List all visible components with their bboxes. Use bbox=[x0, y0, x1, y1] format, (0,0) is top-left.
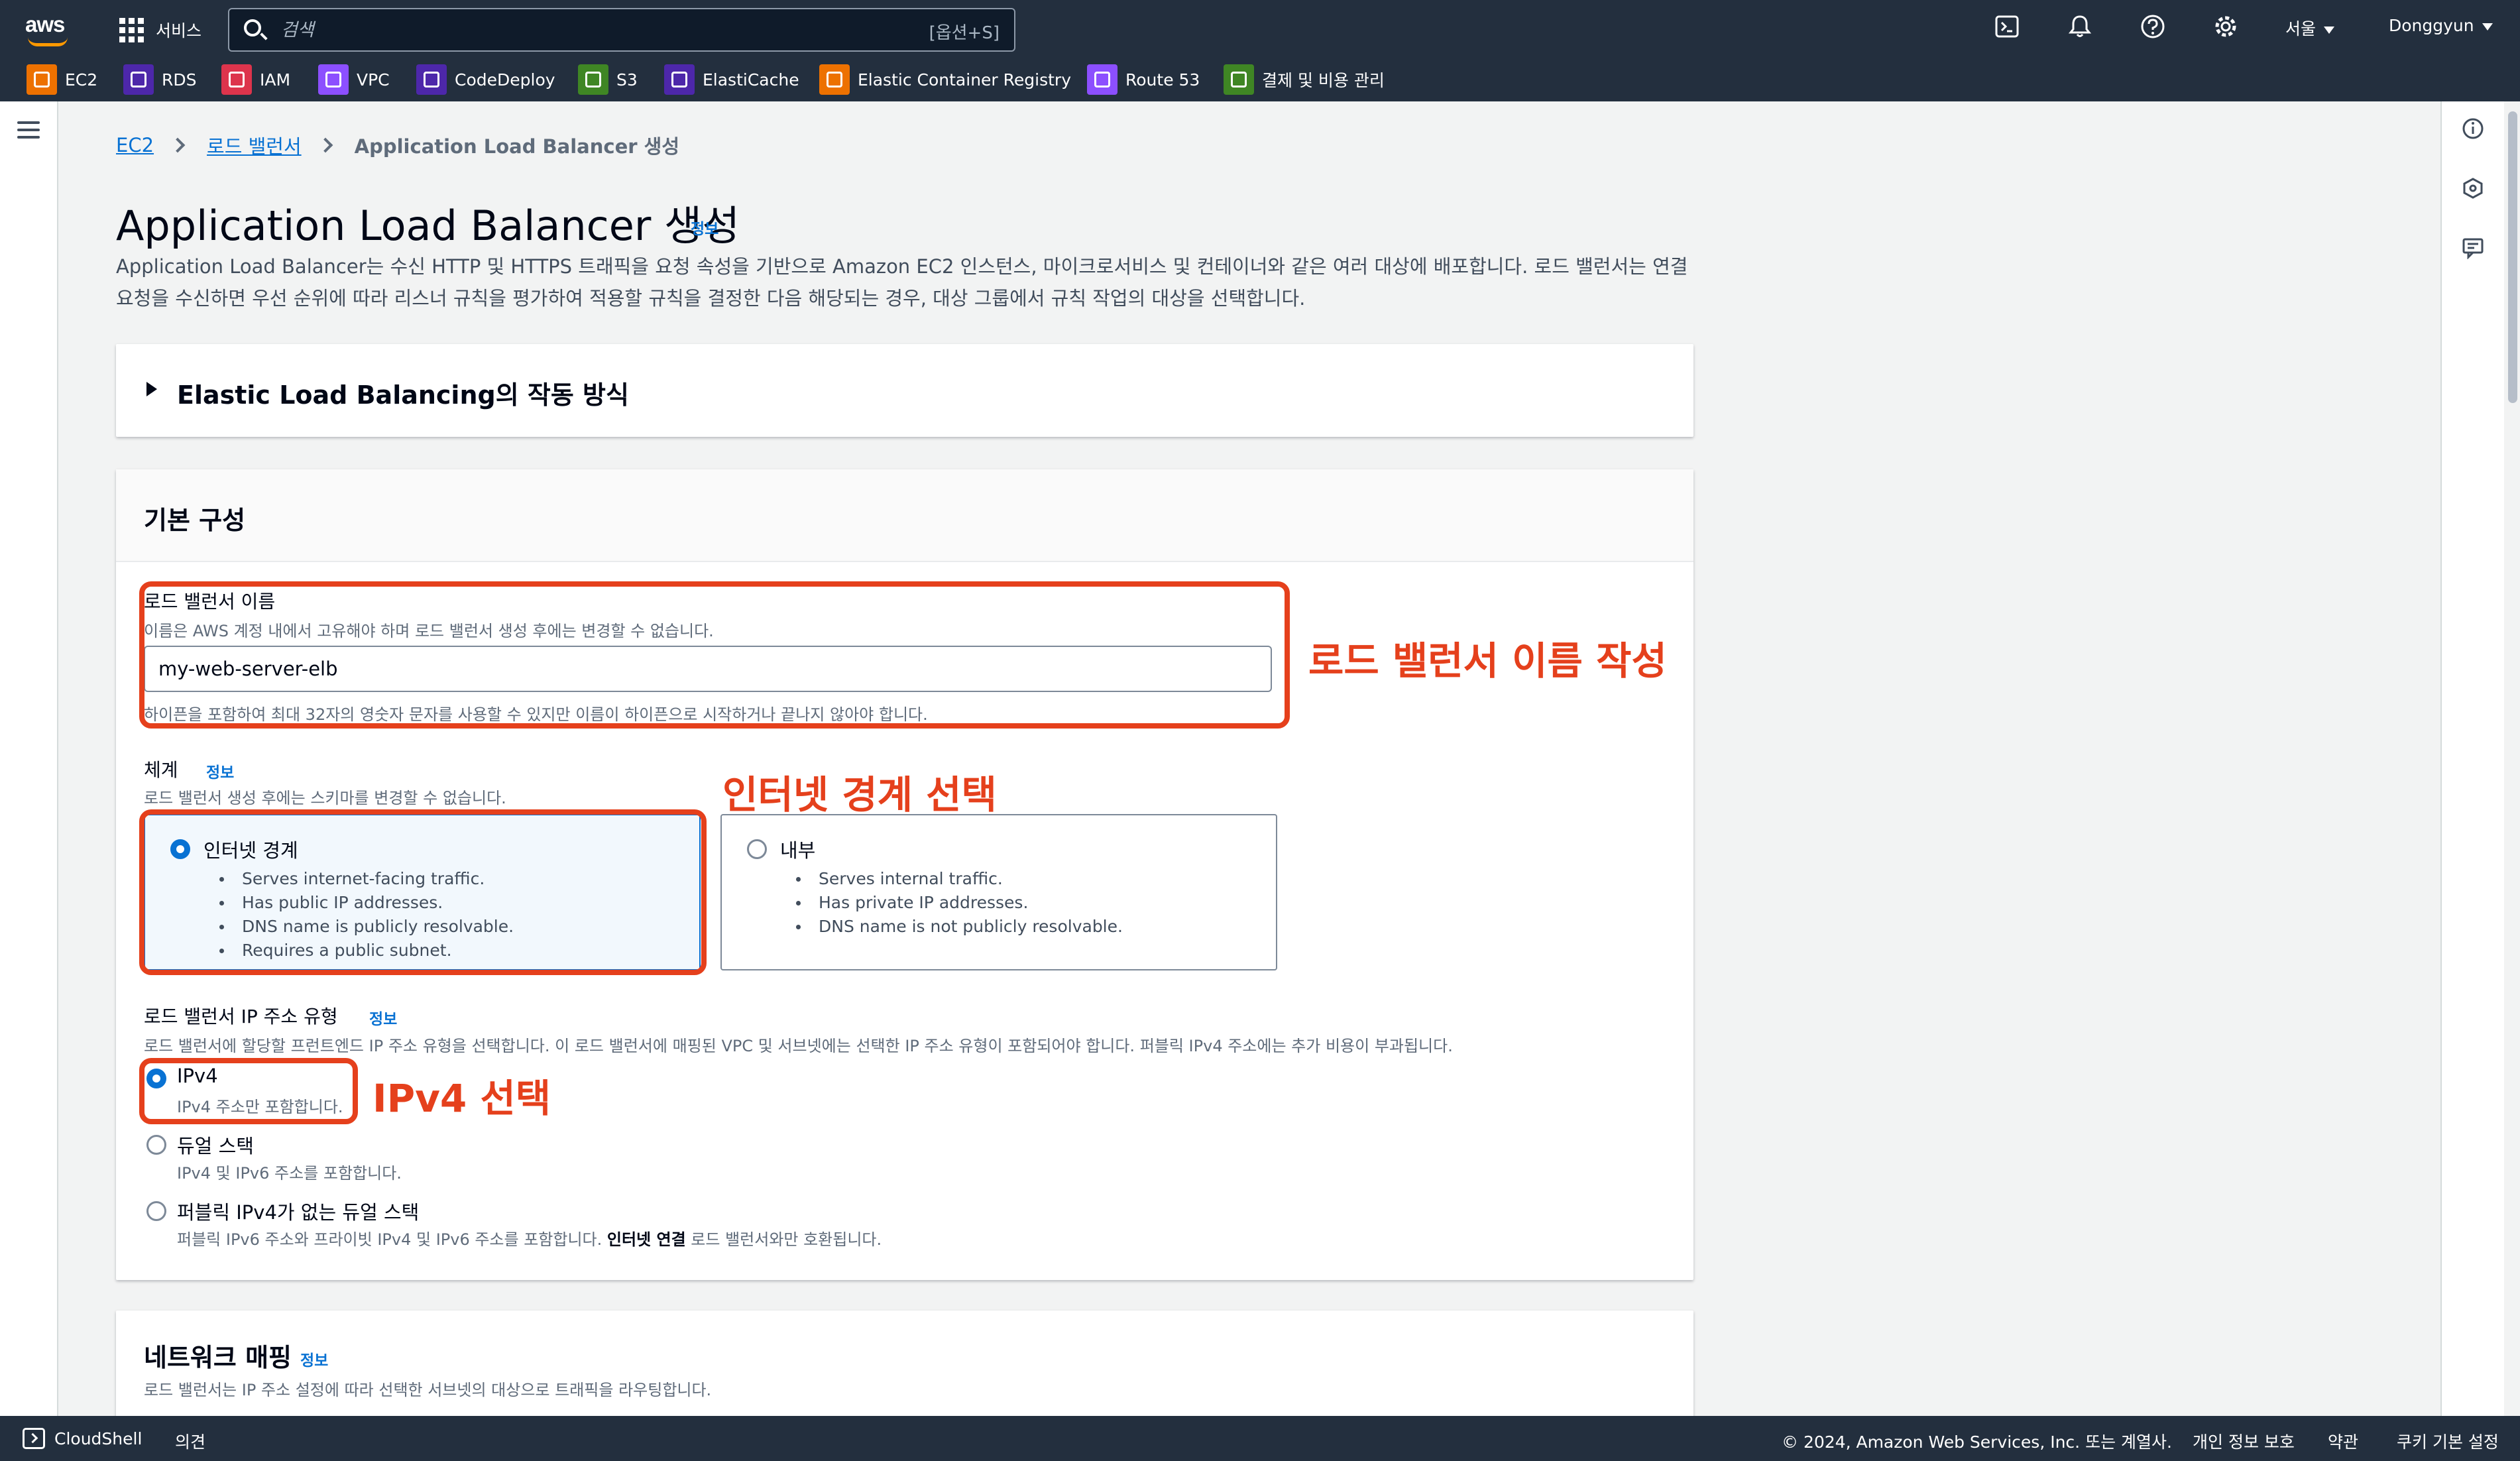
network-info-link[interactable]: 정보 bbox=[300, 1348, 328, 1370]
scheme-internal-tile[interactable]: 내부 Serves internal traffic. Has private … bbox=[720, 814, 1277, 970]
search-box[interactable]: [옵션+S] bbox=[228, 8, 1015, 52]
elb-how-it-works-expander[interactable]: Elastic Load Balancing의 작동 방식 bbox=[116, 344, 1693, 437]
favorite-ecr[interactable]: Elastic Container Registry bbox=[819, 64, 1071, 95]
option-label: 듀얼 스택 bbox=[177, 1135, 254, 1157]
annotation-box-ipv4 bbox=[139, 1058, 358, 1124]
ip-type-label: 로드 밸런서 IP 주소 유형 bbox=[144, 1006, 338, 1027]
breadcrumb-current: Application Load Balancer 생성 bbox=[354, 135, 679, 158]
page-title: Application Load Balancer 생성 bbox=[116, 202, 740, 250]
copyright-text: © 2024, Amazon Web Services, Inc. 또는 계열사… bbox=[1782, 1432, 2172, 1452]
route53-icon bbox=[1087, 64, 1117, 95]
scheme-label: 체계 bbox=[144, 759, 178, 781]
ec2-icon bbox=[27, 64, 57, 95]
cube-icon[interactable] bbox=[2460, 176, 2486, 201]
breadcrumb-load-balancers-link[interactable]: 로드 밸런서 bbox=[207, 131, 302, 159]
search-input[interactable] bbox=[281, 16, 878, 44]
option-description: 퍼블릭 IPv6 주소와 프라이빗 IPv4 및 IPv6 주소를 포함합니다.… bbox=[177, 1230, 882, 1249]
annotation-text-scheme: 인터넷 경계 선택 bbox=[722, 772, 997, 817]
cookie-preferences-link[interactable]: 쿠키 기본 설정 bbox=[2397, 1429, 2499, 1453]
billing-icon bbox=[1224, 64, 1254, 95]
tile-bullets: Serves internal traffic. Has private IP … bbox=[796, 867, 1123, 939]
tools-rail bbox=[2440, 101, 2504, 1416]
favorites-bar: EC2 RDS IAM VPC CodeDeploy S3 ElastiCach… bbox=[0, 58, 2520, 101]
info-panel-icon[interactable] bbox=[2460, 116, 2486, 141]
expander-title: Elastic Load Balancing의 작동 방식 bbox=[177, 380, 629, 410]
aws-logo[interactable]: aws bbox=[25, 12, 73, 48]
vpc-icon bbox=[318, 64, 349, 95]
list-item: DNS name is not publicly resolvable. bbox=[796, 915, 1123, 939]
search-shortcut-hint: [옵션+S] bbox=[929, 23, 1000, 43]
ecr-icon bbox=[819, 64, 850, 95]
help-icon[interactable] bbox=[2140, 13, 2166, 40]
chevron-right-icon bbox=[170, 137, 186, 153]
cloudshell-icon[interactable] bbox=[1994, 13, 2020, 40]
chevron-right-icon bbox=[317, 137, 333, 153]
services-menu-button[interactable]: 서비스 bbox=[119, 15, 201, 45]
favorite-s3[interactable]: S3 bbox=[578, 64, 638, 95]
cloudshell-icon bbox=[23, 1428, 45, 1449]
ip-type-description: 로드 밸런서에 할당할 프런트엔드 IP 주소 유형을 선택합니다. 이 로드 … bbox=[144, 1037, 1453, 1055]
panel-title: 네트워크 매핑 bbox=[144, 1343, 292, 1372]
caret-down-icon bbox=[2482, 23, 2493, 30]
annotation-text-lb-name: 로드 밸런서 이름 작성 bbox=[1308, 638, 1667, 683]
favorite-vpc[interactable]: VPC bbox=[318, 64, 390, 95]
scheme-internal-radio[interactable] bbox=[747, 839, 767, 859]
panel-header bbox=[116, 469, 1693, 562]
network-description: 로드 밸런서는 IP 주소 설정에 따라 선택한 서브넷의 대상으로 트래픽을 … bbox=[144, 1381, 712, 1399]
breadcrumb: EC2 로드 밸런서 Application Load Balancer 생성 bbox=[116, 131, 679, 159]
search-icon bbox=[244, 19, 261, 36]
s3-icon bbox=[578, 64, 608, 95]
favorite-iam[interactable]: IAM bbox=[221, 64, 290, 95]
tile-label: 내부 bbox=[780, 839, 816, 862]
side-navigation-rail bbox=[0, 101, 58, 1416]
feedback-link[interactable]: 의견 bbox=[175, 1429, 205, 1453]
ip-type-info-link[interactable]: 정보 bbox=[369, 1006, 397, 1029]
feedback-icon[interactable] bbox=[2460, 235, 2486, 261]
top-navigation: aws 서비스 [옵션+S] 서울 Donggyun EC2 RDS IAM bbox=[0, 0, 2520, 101]
privacy-link[interactable]: 개인 정보 보호 bbox=[2193, 1429, 2295, 1453]
page-info-link[interactable]: 정보 bbox=[691, 216, 718, 239]
breadcrumb-ec2-link[interactable]: EC2 bbox=[116, 134, 154, 156]
settings-icon[interactable] bbox=[2212, 13, 2239, 40]
iam-icon bbox=[221, 64, 252, 95]
caret-right-icon bbox=[146, 382, 157, 396]
caret-down-icon bbox=[2324, 26, 2335, 34]
favorite-codedeploy[interactable]: CodeDeploy bbox=[416, 64, 555, 95]
annotation-text-ipv4: IPv4 선택 bbox=[372, 1076, 551, 1121]
list-item: Has private IP addresses. bbox=[796, 891, 1123, 915]
terms-link[interactable]: 약관 bbox=[2328, 1429, 2358, 1453]
scheme-info-link[interactable]: 정보 bbox=[206, 760, 234, 782]
grid-icon bbox=[119, 17, 144, 42]
console-footer: CloudShell 의견 © 2024, Amazon Web Service… bbox=[0, 1416, 2520, 1461]
favorite-rds[interactable]: RDS bbox=[123, 64, 197, 95]
panel-title: 기본 구성 bbox=[144, 506, 246, 535]
ip-type-dualstack-no-public-ipv4-radio[interactable] bbox=[146, 1201, 166, 1221]
favorite-route53[interactable]: Route 53 bbox=[1087, 64, 1200, 95]
option-label: 퍼블릭 IPv4가 없는 듀얼 스택 bbox=[177, 1201, 420, 1224]
annotation-box-scheme bbox=[139, 809, 707, 975]
hamburger-menu-icon[interactable] bbox=[17, 121, 40, 139]
favorite-ec2[interactable]: EC2 bbox=[27, 64, 97, 95]
option-description: IPv4 및 IPv6 주소를 포함합니다. bbox=[177, 1164, 402, 1183]
favorite-elasticache[interactable]: ElastiCache bbox=[664, 64, 799, 95]
ip-type-dualstack-radio[interactable] bbox=[146, 1135, 166, 1155]
codedeploy-icon bbox=[416, 64, 447, 95]
account-menu[interactable]: Donggyun bbox=[2389, 16, 2493, 35]
favorite-billing[interactable]: 결제 및 비용 관리 bbox=[1224, 64, 1385, 95]
scheme-description: 로드 밸런서 생성 후에는 스키마를 변경할 수 없습니다. bbox=[144, 789, 506, 807]
aws-smile-icon bbox=[28, 37, 68, 46]
elasticache-icon bbox=[664, 64, 695, 95]
annotation-box-lb-name bbox=[139, 581, 1290, 729]
page-description: Application Load Balancer는 수신 HTTP 및 HTT… bbox=[116, 255, 1688, 310]
rds-icon bbox=[123, 64, 154, 95]
list-item: Serves internal traffic. bbox=[796, 867, 1123, 891]
page-scrollbar-thumb[interactable] bbox=[2508, 111, 2517, 403]
region-selector[interactable]: 서울 bbox=[2285, 16, 2335, 40]
bell-icon[interactable] bbox=[2067, 13, 2093, 40]
